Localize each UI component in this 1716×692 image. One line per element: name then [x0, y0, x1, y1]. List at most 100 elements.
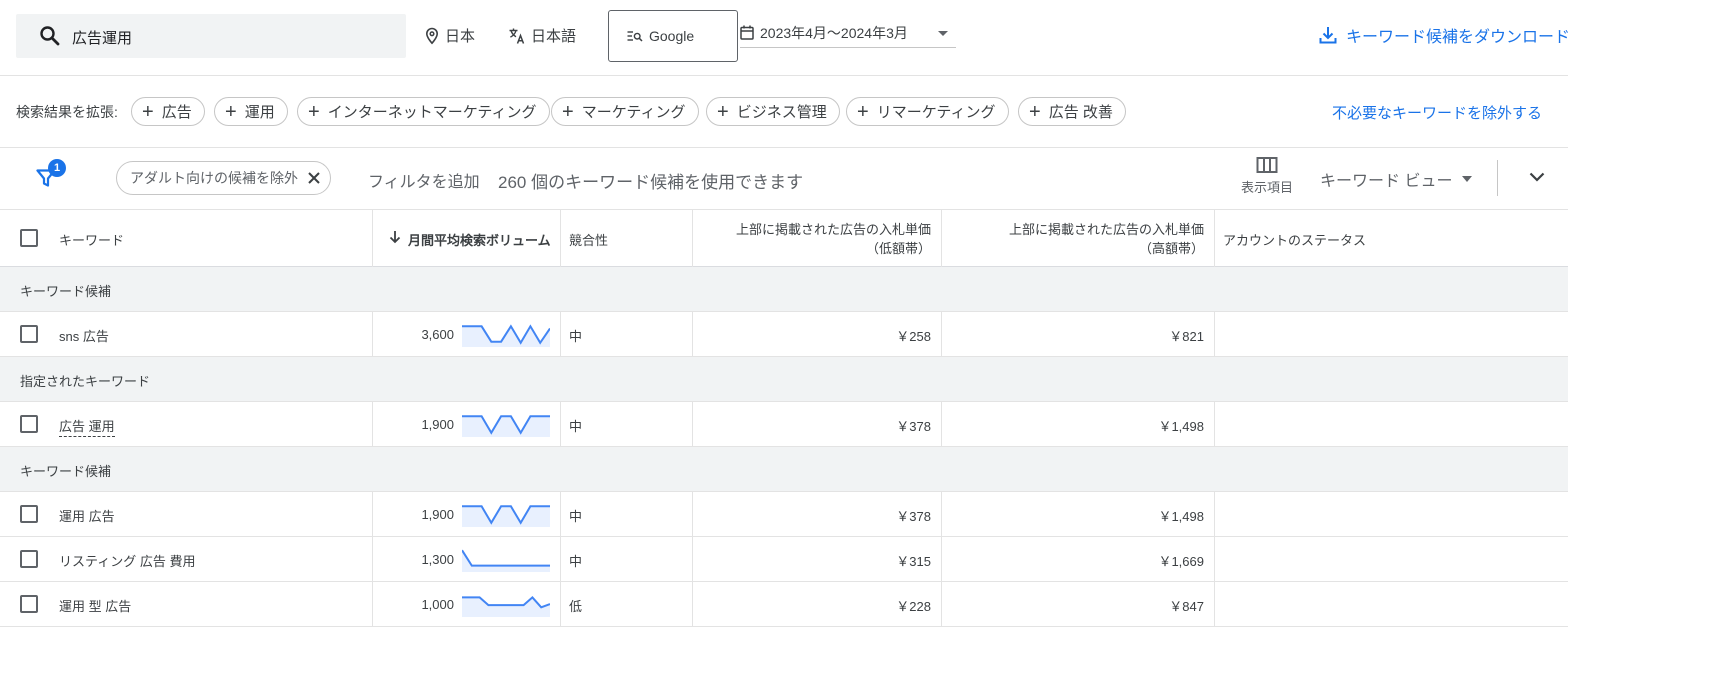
high-bid-cell: ￥1,498: [942, 402, 1215, 446]
download-keywords-link[interactable]: キーワード候補をダウンロード: [1318, 23, 1570, 47]
competition-value: 中: [569, 419, 583, 434]
high-bid-value: ￥1,498: [1158, 509, 1204, 524]
columns-button[interactable]: 表示項目: [1238, 156, 1296, 196]
volume-column-header[interactable]: 月間平均検索ボリューム: [373, 210, 561, 267]
competition-value: 中: [569, 329, 583, 344]
filter-count-badge: 1: [48, 159, 66, 177]
keyword-text: 運用 広告: [59, 509, 115, 524]
date-range-label: 2023年4月〜2024年3月: [760, 24, 908, 41]
low-bid-header-line2: （低額帯）: [865, 241, 931, 256]
competition-value: 低: [569, 599, 583, 614]
filter-chip-label: アダルト向けの候補を除外: [130, 170, 298, 186]
exclude-keywords-link[interactable]: 不必要なキーワードを除外する: [1332, 102, 1542, 123]
chip-label: ビジネス管理: [736, 104, 827, 121]
search-input[interactable]: 広告運用: [16, 14, 406, 58]
location-selector[interactable]: 日本: [424, 25, 475, 46]
trend-sparkline: [462, 505, 550, 527]
plus-icon: +: [857, 100, 869, 123]
row-checkbox[interactable]: [20, 595, 38, 613]
expand-chip-marketing[interactable]: + マーケティング: [551, 97, 699, 126]
table-row[interactable]: 運用 型 広告 1,000 低 ￥228 ￥847: [0, 582, 1568, 627]
keyword-text: 広告 運用: [59, 416, 115, 437]
volume-cell: 3,600: [373, 312, 561, 356]
row-checkbox[interactable]: [20, 505, 38, 523]
calendar-icon: [740, 25, 754, 40]
group-row: キーワード候補: [0, 267, 1568, 312]
add-filter-button[interactable]: フィルタを追加: [368, 168, 480, 192]
low-bid-value: ￥378: [896, 419, 931, 434]
top-bar: 広告運用 日本 日本語 Google 2023年4月〜2024年3月 キーワード…: [0, 0, 1570, 76]
low-bid-cell: ￥378: [693, 492, 942, 536]
keyword-view-label: キーワード ビュー: [1320, 173, 1453, 190]
expand-chip-remarketing[interactable]: + リマーケティング: [846, 97, 1009, 126]
table-row[interactable]: sns 広告 3,600 中 ￥258 ￥821: [0, 312, 1568, 357]
low-bid-column-header[interactable]: 上部に掲載された広告の入札単価 （低額帯）: [693, 210, 942, 267]
chevron-down-icon: [938, 31, 948, 36]
status-cell: [1215, 492, 1568, 536]
chevron-down-icon[interactable]: [1528, 170, 1546, 184]
status-cell: [1215, 312, 1568, 356]
expand-chip-ad-improvement[interactable]: + 広告 改善: [1018, 97, 1126, 126]
sparkline-area: [462, 550, 550, 572]
plus-icon: +: [562, 100, 574, 123]
high-bid-value: ￥821: [1169, 329, 1204, 344]
row-checkbox[interactable]: [20, 550, 38, 568]
sparkline-line: [462, 549, 550, 567]
volume-value: 1,900: [421, 507, 454, 522]
columns-icon: [1256, 156, 1278, 174]
high-bid-value: ￥847: [1169, 599, 1204, 614]
close-icon[interactable]: [306, 170, 322, 186]
select-all-checkbox[interactable]: [20, 229, 38, 247]
chip-label: 広告 改善: [1048, 104, 1113, 121]
table-row[interactable]: リスティング 広告 費用 1,300 中 ￥315 ￥1,669: [0, 537, 1568, 582]
keyword-cell: 運用 型 広告: [0, 582, 373, 626]
low-bid-header-line1: 上部に掲載された広告の入札単価: [735, 222, 931, 237]
date-range-selector[interactable]: 2023年4月〜2024年3月: [740, 18, 956, 48]
low-bid-cell: ￥228: [693, 582, 942, 626]
expand-chip-ad[interactable]: + 広告: [131, 97, 205, 126]
keyword-count-text: 260 個のキーワード候補を使用できます: [498, 173, 804, 192]
low-bid-value: ￥378: [896, 509, 931, 524]
search-query-text: 広告運用: [72, 30, 133, 47]
group-label: 指定されたキーワード: [20, 374, 151, 389]
low-bid-value: ￥315: [896, 554, 931, 569]
keyword-column-header[interactable]: キーワード: [0, 210, 373, 267]
group-row: 指定されたキーワード: [0, 357, 1568, 402]
high-bid-column-header[interactable]: 上部に掲載された広告の入札単価 （高額帯）: [942, 210, 1215, 267]
sparkline-area: [462, 416, 550, 437]
language-selector[interactable]: 日本語: [508, 25, 576, 46]
keyword-header-label: キーワード: [59, 233, 125, 248]
plus-icon: +: [308, 100, 320, 123]
row-checkbox[interactable]: [20, 325, 38, 343]
download-icon: [1318, 25, 1338, 45]
sparkline-area: [462, 506, 550, 527]
low-bid-cell: ￥378: [693, 402, 942, 446]
trend-sparkline: [462, 415, 550, 437]
expand-results-bar: 検索結果を拡張: + 広告 + 運用 + インターネットマーケティング + マーケティン…: [0, 77, 1568, 148]
adult-filter-chip[interactable]: アダルト向けの候補を除外: [116, 161, 331, 195]
table-row[interactable]: 運用 広告 1,900 中 ￥378 ￥1,498: [0, 492, 1568, 537]
row-checkbox[interactable]: [20, 415, 38, 433]
chip-label: マーケティング: [581, 104, 686, 121]
expand-chip-operation[interactable]: + 運用: [214, 97, 288, 126]
low-bid-cell: ￥258: [693, 312, 942, 356]
keyword-cell: 広告 運用: [0, 402, 373, 446]
status-header-label: アカウントのステータス: [1223, 233, 1367, 248]
keyword-cell: sns 広告: [0, 312, 373, 356]
competition-cell: 中: [561, 312, 693, 356]
status-column-header[interactable]: アカウントのステータス: [1215, 210, 1568, 267]
expand-chip-business-management[interactable]: + ビジネス管理: [706, 97, 840, 126]
location-label: 日本: [445, 28, 476, 45]
volume-cell: 1,900: [373, 402, 561, 446]
plus-icon: +: [225, 100, 237, 123]
keyword-cell: リスティング 広告 費用: [0, 537, 373, 581]
search-engine-selector[interactable]: Google: [608, 10, 738, 62]
chip-label: 広告: [161, 104, 192, 121]
expand-chip-internet-marketing[interactable]: + インターネットマーケティング: [297, 97, 550, 126]
high-bid-cell: ￥821: [942, 312, 1215, 356]
translate-icon: [508, 27, 526, 45]
group-label: キーワード候補: [20, 284, 112, 299]
table-row[interactable]: 広告 運用 1,900 中 ￥378 ￥1,498: [0, 402, 1568, 447]
competition-column-header[interactable]: 競合性: [561, 210, 693, 267]
keyword-view-dropdown[interactable]: キーワード ビュー: [1320, 167, 1473, 191]
